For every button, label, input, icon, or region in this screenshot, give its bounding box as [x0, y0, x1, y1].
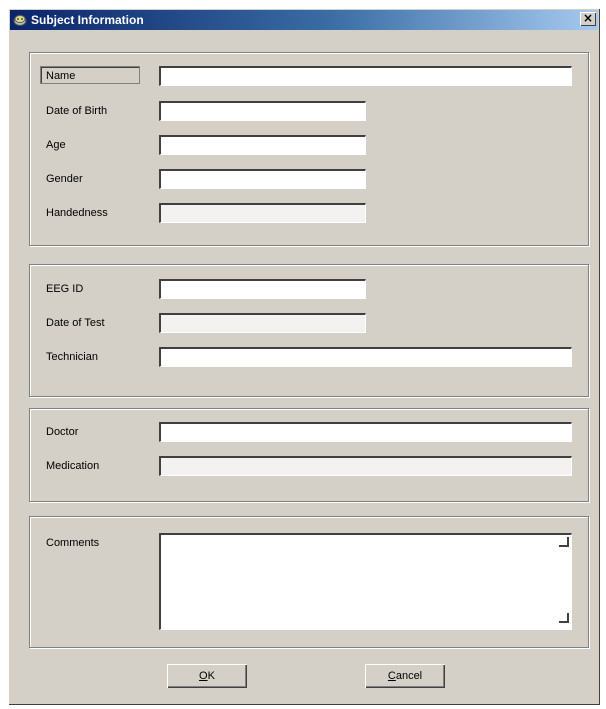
- app-icon: [13, 15, 27, 26]
- eeg-id-label: EEG ID: [46, 283, 84, 295]
- ok-button[interactable]: OK: [167, 664, 247, 688]
- medication-label: Medication: [46, 460, 100, 472]
- ok-label-rest: K: [207, 670, 215, 682]
- ok-mnemonic: O: [199, 670, 208, 682]
- name-field[interactable]: [159, 66, 572, 86]
- subject-information-dialog: Subject Information × Name Date of Birth…: [8, 8, 600, 705]
- handedness-field[interactable]: [159, 203, 366, 223]
- gender-field[interactable]: [159, 169, 366, 189]
- dob-label: Date of Birth: [46, 105, 108, 117]
- resize-grip-icon[interactable]: [559, 537, 569, 547]
- date-of-test-label: Date of Test: [46, 317, 105, 329]
- close-button[interactable]: ×: [580, 12, 596, 26]
- name-label: Name: [40, 66, 140, 84]
- age-label: Age: [46, 139, 66, 151]
- doctor-label: Doctor: [46, 426, 79, 438]
- doctor-field[interactable]: [159, 422, 572, 442]
- medication-field[interactable]: [159, 456, 572, 476]
- eeg-id-field[interactable]: [159, 279, 366, 299]
- dob-field[interactable]: [159, 101, 366, 121]
- technician-label: Technician: [46, 351, 98, 363]
- technician-field[interactable]: [159, 347, 572, 367]
- window-title: Subject Information: [31, 13, 144, 27]
- cancel-button[interactable]: Cancel: [365, 664, 445, 688]
- close-icon: ×: [582, 11, 594, 25]
- handedness-label: Handedness: [46, 207, 108, 219]
- title-bar[interactable]: Subject Information ×: [10, 10, 598, 30]
- cancel-label-rest: ancel: [395, 670, 423, 682]
- gender-label: Gender: [46, 173, 83, 185]
- age-field[interactable]: [159, 135, 366, 155]
- resize-grip-icon[interactable]: [559, 613, 569, 623]
- comments-label: Comments: [46, 537, 100, 549]
- cancel-mnemonic: C: [387, 670, 396, 682]
- date-of-test-field[interactable]: [159, 313, 366, 333]
- comments-textarea[interactable]: [159, 533, 572, 630]
